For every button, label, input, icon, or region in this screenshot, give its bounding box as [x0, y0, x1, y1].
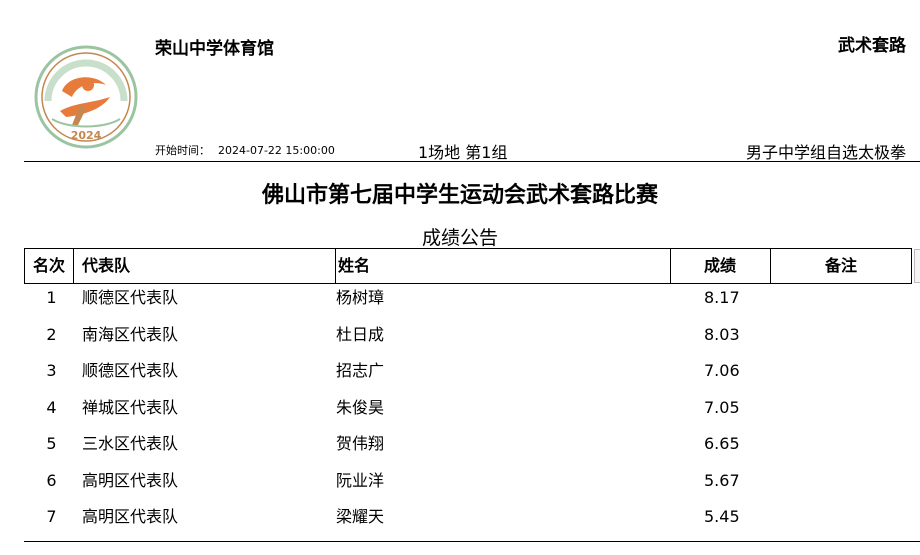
cell-name: 杜日成	[336, 324, 385, 344]
cell-rank: 7	[46, 507, 57, 526]
cell-score: 5.67	[704, 470, 740, 490]
cell-team: 三水区代表队	[82, 434, 179, 453]
cell-rank: 2	[46, 324, 57, 344]
cell-name: 梁耀天	[336, 507, 385, 526]
table-row: 4 禅城区代表队 朱俊昊 7.05	[24, 394, 912, 431]
logo-year: 2024	[71, 129, 102, 142]
cell-score: 7.05	[704, 397, 740, 417]
table-row: 7 高明区代表队 梁耀天 5.45	[24, 503, 912, 540]
cell-rank: 3	[46, 361, 57, 380]
cell-score: 6.65	[704, 434, 740, 453]
event-category: 男子中学组自选太极拳	[745, 143, 906, 162]
cell-rank: 6	[46, 470, 57, 490]
table-row: 2 南海区代表队 杜日成 8.03	[24, 321, 912, 358]
cell-name: 阮业洋	[336, 470, 385, 490]
header-divider	[24, 161, 920, 162]
page-edge-marker	[914, 249, 920, 283]
cell-name: 朱俊昊	[336, 397, 385, 417]
column-header-note: 备注	[770, 249, 911, 283]
games-logo: 2024	[34, 45, 138, 149]
cell-rank: 4	[46, 397, 57, 417]
column-header-team: 代表队	[73, 249, 335, 283]
results-table-body: 1 顺德区代表队 杨树璋 8.17 2 南海区代表队 杜日成 8.03 3 顺德…	[24, 284, 912, 540]
cell-name: 招志广	[336, 361, 385, 380]
cell-team: 禅城区代表队	[82, 397, 179, 417]
venue-name: 荣山中学体育馆	[155, 39, 274, 59]
table-row: 5 三水区代表队 贺伟翔 6.65	[24, 430, 912, 467]
cell-score: 8.17	[704, 288, 740, 307]
event-short-name: 武术套路	[838, 36, 906, 56]
start-time-value: 2024-07-22 15:00:00	[218, 144, 335, 157]
table-row: 1 顺德区代表队 杨树璋 8.17	[24, 284, 912, 321]
cell-score: 8.03	[704, 324, 740, 344]
cell-rank: 1	[46, 288, 57, 307]
cell-team: 顺德区代表队	[82, 361, 179, 380]
cell-team: 南海区代表队	[82, 324, 179, 344]
document-title: 佛山市第七届中学生运动会武术套路比赛	[261, 183, 658, 208]
table-header: 名次 代表队 姓名 成绩 备注	[24, 248, 912, 284]
footer-divider	[24, 541, 920, 542]
cell-team: 高明区代表队	[82, 470, 179, 490]
column-header-rank: 名次	[32, 256, 65, 275]
cell-name: 贺伟翔	[336, 434, 385, 453]
venue-group: 1场地 第1组	[418, 143, 508, 162]
start-time-label: 开始时间：	[155, 144, 210, 157]
column-header-score: 成绩	[670, 249, 770, 283]
table-row: 6 高明区代表队 阮业洋 5.67	[24, 467, 912, 504]
cell-rank: 5	[46, 434, 57, 453]
cell-score: 7.06	[704, 361, 740, 380]
cell-team: 高明区代表队	[82, 507, 179, 526]
cell-team: 顺德区代表队	[82, 288, 179, 307]
cell-name: 杨树璋	[336, 288, 385, 307]
cell-score: 5.45	[704, 507, 740, 526]
document-subtitle: 成绩公告	[421, 227, 498, 249]
start-time-line: 开始时间： 2024-07-22 15:00:00	[155, 142, 343, 158]
table-row: 3 顺德区代表队 招志广 7.06	[24, 357, 912, 394]
column-header-name: 姓名	[335, 249, 670, 283]
